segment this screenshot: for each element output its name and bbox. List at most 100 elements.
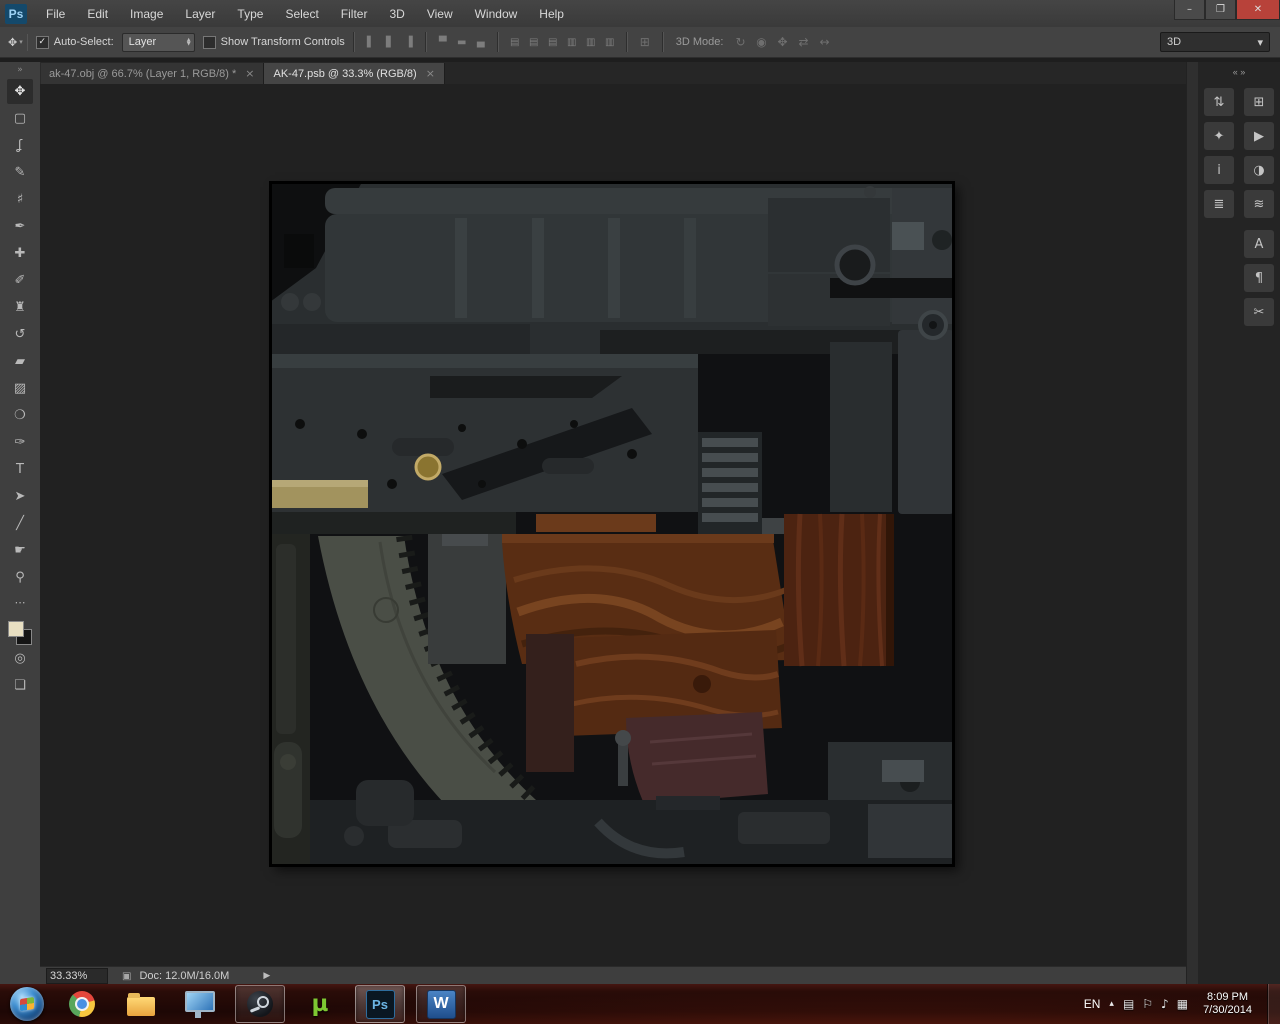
brush-tool[interactable]: ✐ [7,268,33,293]
distribute-icon-1[interactable]: ▤ [507,34,523,50]
photoshop-logo-icon[interactable]: Ps [5,4,27,24]
restore-button[interactable]: ❐ [1205,0,1236,20]
healing-brush-tool[interactable]: ✚ [7,241,33,266]
tray-input-icon[interactable]: ▤ [1123,997,1134,1011]
align-icon-2[interactable]: ▋ [382,34,398,50]
tool-preset-button[interactable]: ✥ ▾ [4,34,28,51]
history-brush-tool[interactable]: ↺ [7,322,33,347]
panel-icon-clone-source[interactable]: ✂ [1244,298,1274,326]
auto-select-checkbox[interactable]: ✓ [36,36,49,49]
menu-layer[interactable]: Layer [174,2,226,26]
start-button[interactable] [10,987,44,1021]
clock[interactable]: 8:09 PM 7/30/2014 [1203,991,1252,1017]
panel-icon-timeline[interactable]: ⇅ [1204,88,1234,116]
align-icon-3[interactable]: ▐ [401,34,417,50]
menu-view[interactable]: View [416,2,464,26]
rectangular-marquee-tool[interactable]: ▢ [7,106,33,131]
distribute-icon-6[interactable]: ▥ [602,34,618,50]
tray-action-center-icon[interactable]: ⚐ [1142,997,1153,1011]
align-icon-1[interactable]: ▌ [363,34,379,50]
expand-panels-button[interactable]: « » [1222,65,1256,79]
auto-align-icon[interactable]: ⊞ [636,33,654,51]
menu-image[interactable]: Image [119,2,174,26]
chrome-taskbar-button[interactable] [58,986,106,1022]
3d-rotate-icon[interactable]: ↻ [731,33,749,51]
tray-overflow-arrow[interactable]: ▴ [1109,999,1114,1009]
clone-stamp-tool[interactable]: ♜ [7,295,33,320]
explorer-taskbar-button[interactable] [117,986,165,1022]
panel-icon-character[interactable]: A [1244,230,1274,258]
tab-close-icon[interactable]: × [426,67,435,80]
panel-icon-adjustments[interactable]: ◑ [1244,156,1274,184]
language-indicator[interactable]: EN [1084,997,1101,1011]
quick-mask-button[interactable]: ◎ [7,646,33,671]
minimize-button[interactable]: – [1174,0,1205,20]
menu-type[interactable]: Type [226,2,274,26]
hand-tool[interactable]: ☛ [7,538,33,563]
blur-tool[interactable]: ❍ [7,403,33,428]
menu-help[interactable]: Help [528,2,575,26]
document-tab-2[interactable]: AK-47.psb @ 33.3% (RGB/8)× [264,63,444,84]
document-tab-1[interactable]: ak-47.obj @ 66.7% (Layer 1, RGB/8) *× [40,63,264,84]
distribute-icon-2[interactable]: ▤ [526,34,542,50]
distribute-icon-5[interactable]: ▥ [583,34,599,50]
quick-selection-tool[interactable]: ✎ [7,160,33,185]
workspace-switcher[interactable]: 3D ▾ [1160,32,1270,52]
tray-volume-icon[interactable]: ♪ [1161,997,1169,1011]
type-tool[interactable]: T [7,457,33,482]
utorrent-taskbar-button[interactable]: µ [296,986,344,1022]
panel-icon-styles[interactable]: ≋ [1244,190,1274,218]
panel-icon-actions[interactable]: ▶ [1244,122,1274,150]
show-desktop-button[interactable] [1267,984,1280,1024]
menu-edit[interactable]: Edit [76,2,119,26]
menu-filter[interactable]: Filter [330,2,379,26]
eraser-tool[interactable]: ▰ [7,349,33,374]
panel-icon-histogram[interactable]: ≣ [1204,190,1234,218]
align-icon-2[interactable]: ▬ [454,34,470,50]
distribute-icon-3[interactable]: ▤ [545,34,561,50]
word-taskbar-button[interactable]: W [416,985,466,1023]
crop-tool[interactable]: ♯ [7,187,33,212]
menu-file[interactable]: File [35,2,76,26]
gradient-tool[interactable]: ▨ [7,376,33,401]
3d-slide-icon[interactable]: ⇄ [794,33,812,51]
close-button[interactable]: ✕ [1236,0,1280,20]
panel-icon-info[interactable]: i [1204,156,1234,184]
auto-select-target-dropdown[interactable]: Layer ▲▼ [122,33,195,52]
show-transform-checkbox[interactable] [203,36,216,49]
steam-taskbar-button[interactable] [235,985,285,1023]
path-selection-tool[interactable]: ➤ [7,484,33,509]
menu-3d[interactable]: 3D [378,2,415,26]
zoom-tool[interactable]: ⚲ [7,565,33,590]
move-tool[interactable]: ✥ [7,79,33,104]
3d-pan-icon[interactable]: ✥ [773,33,791,51]
align-icon-1[interactable]: ▀ [435,34,451,50]
system-tray: EN ▴ ▤ ⚐ ♪ ▦ 8:09 PM 7/30/2014 [1084,984,1280,1024]
panel-icon-swatches[interactable]: ⊞ [1244,88,1274,116]
eyedropper-tool[interactable]: ✒ [7,214,33,239]
photoshop-taskbar-button[interactable]: Ps [355,985,405,1023]
show-transform-option[interactable]: Show Transform Controls [203,36,345,49]
tray-network-icon[interactable]: ▦ [1177,997,1188,1011]
pen-tool[interactable]: ✑ [7,430,33,455]
foreground-color-swatch[interactable] [8,621,24,637]
panel-icon-3d[interactable]: ✦ [1204,122,1234,150]
screen-mode-button[interactable]: ❏ [7,673,33,698]
computer-taskbar-button[interactable] [176,986,224,1022]
3d-roll-icon[interactable]: ◉ [752,33,770,51]
lasso-tool[interactable]: ʆ [7,133,33,158]
menu-window[interactable]: Window [464,2,529,26]
menu-select[interactable]: Select [274,2,329,26]
status-menu-arrow[interactable]: ▶ [263,971,270,981]
tab-close-icon[interactable]: × [245,67,254,80]
collapse-tools-button[interactable]: » [0,62,40,78]
zoom-level-field[interactable]: 33.33% [46,968,108,984]
auto-select-option[interactable]: ✓ Auto-Select: [36,36,114,49]
line-tool[interactable]: ╱ [7,511,33,536]
align-icon-3[interactable]: ▄ [473,34,489,50]
distribute-icon-4[interactable]: ▥ [564,34,580,50]
edit-toolbar-icon[interactable]: ⋯ [7,592,33,612]
3d-scale-icon[interactable]: ↔ [815,33,833,51]
panel-icon-paragraph[interactable]: ¶ [1244,264,1274,292]
document-image[interactable] [270,182,954,866]
